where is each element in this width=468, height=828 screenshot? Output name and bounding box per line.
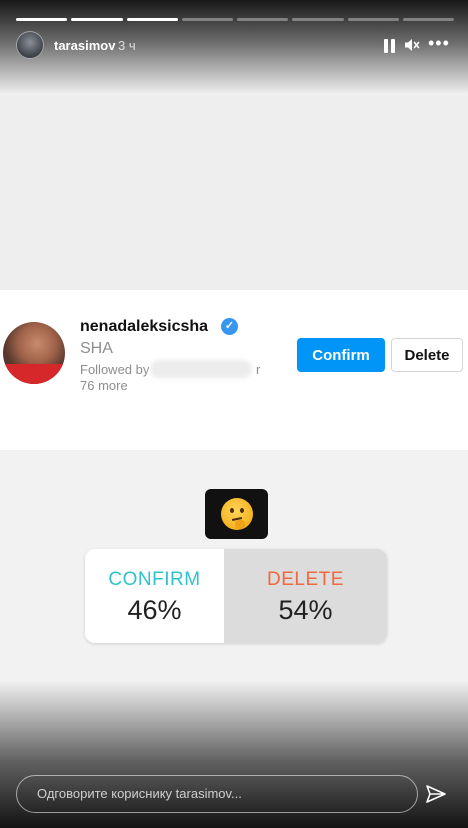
- story-time: 3 ч: [118, 38, 136, 53]
- story-header: tarasimov 3 ч •••: [16, 31, 454, 61]
- requester-full-name: SHA: [80, 340, 113, 357]
- more-options-icon[interactable]: •••: [428, 33, 450, 54]
- poll-option-delete[interactable]: DELETE 54%: [224, 549, 387, 643]
- poll-sticker: CONFIRM 46% DELETE 54%: [85, 549, 387, 643]
- followed-by-suffix: r: [256, 362, 261, 377]
- poll-option-percent: 46%: [127, 595, 182, 625]
- send-icon[interactable]: [425, 783, 447, 805]
- followed-by-more: 76 more: [80, 378, 128, 393]
- confirm-button[interactable]: Confirm: [297, 338, 385, 372]
- progress-segment: [71, 18, 123, 21]
- mute-icon[interactable]: [404, 37, 420, 53]
- progress-segment: [292, 18, 344, 21]
- progress-segment: [16, 18, 68, 21]
- story-viewer: nenadaleksicsha ✓ SHA Followed by r 76 m…: [0, 0, 468, 828]
- progress-segment: [237, 18, 289, 21]
- story-username[interactable]: tarasimov: [54, 38, 115, 53]
- verified-badge-icon: ✓: [221, 318, 238, 335]
- follow-request-card: nenadaleksicsha ✓ SHA Followed by r 76 m…: [0, 290, 468, 450]
- reply-input[interactable]: Одговорите кориснику tarasimov...: [16, 775, 418, 813]
- avatar[interactable]: [16, 31, 44, 59]
- blurred-names: [150, 360, 252, 378]
- poll-option-label: CONFIRM: [108, 569, 201, 590]
- poll-option-percent: 54%: [278, 595, 333, 625]
- thinking-emoji-sticker: [205, 489, 268, 539]
- delete-button[interactable]: Delete: [391, 338, 463, 372]
- story-background-top: [0, 95, 468, 290]
- progress-segment: [347, 18, 399, 21]
- progress-segment: [181, 18, 233, 21]
- progress-segment: [126, 18, 178, 21]
- story-progress-bar: [16, 18, 454, 21]
- thinking-face-icon: [220, 498, 253, 530]
- poll-option-confirm[interactable]: CONFIRM 46%: [85, 549, 224, 643]
- followed-by-label: Followed by: [80, 362, 150, 377]
- requester-avatar: [3, 322, 65, 384]
- poll-option-label: DELETE: [267, 569, 344, 590]
- pause-icon[interactable]: [384, 39, 396, 53]
- progress-segment: [402, 18, 454, 21]
- requester-username: nenadaleksicsha: [80, 318, 209, 335]
